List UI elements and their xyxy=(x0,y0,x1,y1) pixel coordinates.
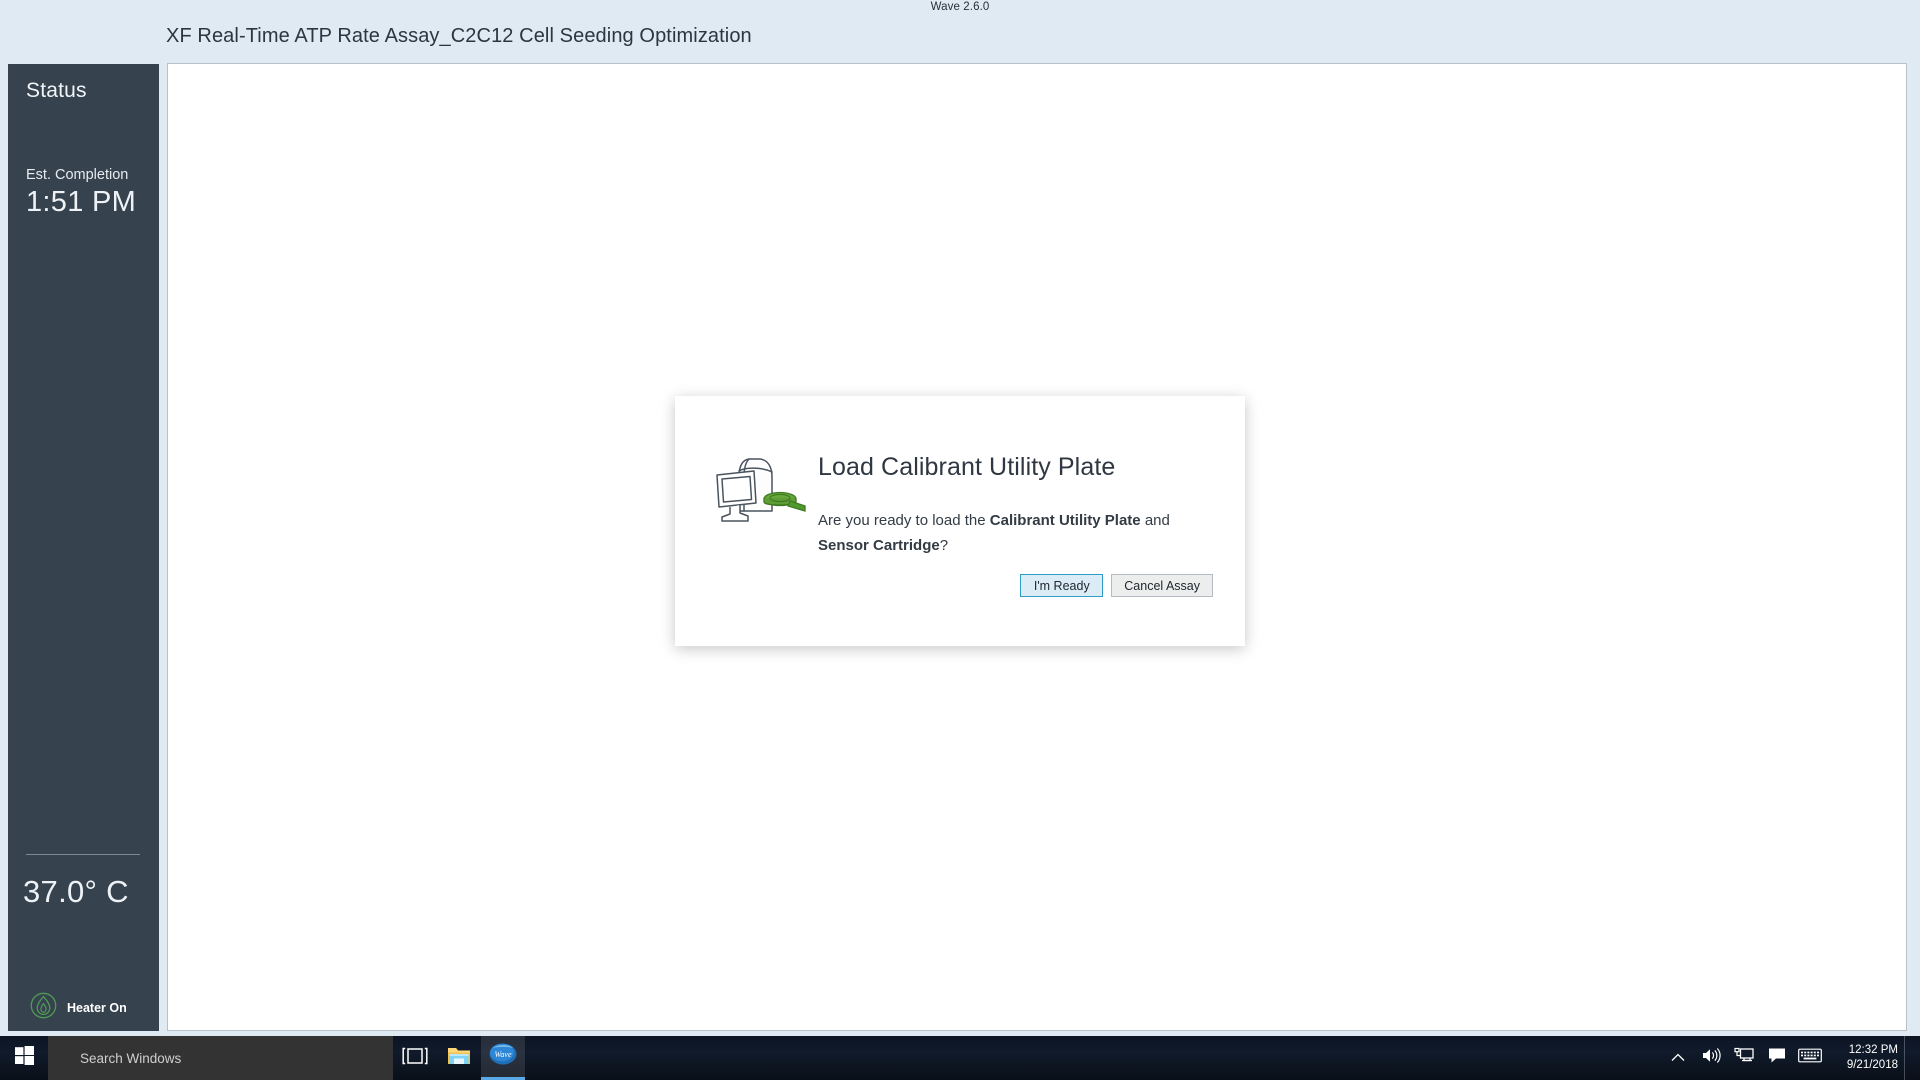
heater-status-row: Heater On xyxy=(30,992,127,1024)
search-input-placeholder: Search Windows xyxy=(80,1050,182,1066)
keyboard-icon xyxy=(1797,1048,1822,1068)
sidebar-divider xyxy=(26,854,140,855)
dialog-body-prefix: Are you ready to load the xyxy=(818,512,990,529)
windows-taskbar: Search Windows Wave 12:32 PM 9/21/2018 xyxy=(0,1036,1920,1080)
file-explorer-icon xyxy=(447,1045,471,1071)
wave-application-window: Wave 2.6.0 XF Real-Time ATP Rate Assay_C… xyxy=(0,0,1920,1060)
est-completion-label: Est. Completion xyxy=(26,167,129,183)
status-sidebar: Status Est. Completion 1:51 PM 37.0° C H… xyxy=(8,64,159,1058)
windows-logo-icon xyxy=(14,1046,34,1070)
taskbar-app-wave[interactable]: Wave xyxy=(481,1036,525,1080)
instrument-load-plate-icon xyxy=(712,451,808,537)
chevron-up-icon xyxy=(1671,1049,1685,1067)
system-tray: 12:32 PM 9/21/2018 xyxy=(1661,1036,1920,1080)
clock-time: 12:32 PM xyxy=(1848,1044,1898,1056)
temperature-readout: 37.0° C xyxy=(23,874,129,909)
wave-app-icon: Wave xyxy=(489,1041,517,1072)
svg-text:Wave: Wave xyxy=(494,1050,511,1059)
tray-show-hidden-icons-button[interactable] xyxy=(1661,1036,1694,1080)
search-windows-input[interactable]: Search Windows xyxy=(48,1036,393,1080)
dialog-title: Load Calibrant Utility Plate xyxy=(818,453,1116,481)
cancel-assay-button[interactable]: Cancel Assay xyxy=(1111,574,1213,597)
sidebar-heading-status: Status xyxy=(26,79,87,102)
tray-touch-keyboard-button[interactable] xyxy=(1793,1036,1826,1080)
load-calibrant-utility-plate-dialog: Load Calibrant Utility Plate Are you rea… xyxy=(675,396,1245,646)
action-center-icon xyxy=(1768,1047,1786,1069)
est-completion-time: 1:51 PM xyxy=(26,186,137,218)
network-icon xyxy=(1733,1047,1754,1069)
dialog-body-bold-calibrant: Calibrant Utility Plate xyxy=(989,512,1141,529)
volume-icon xyxy=(1701,1047,1721,1069)
tray-volume-button[interactable] xyxy=(1694,1036,1727,1080)
dialog-body-bold-cartridge: Sensor Cartridge xyxy=(818,537,940,554)
flame-icon xyxy=(30,992,57,1024)
im-ready-button[interactable]: I'm Ready xyxy=(1020,574,1104,597)
taskbar-app-file-explorer[interactable] xyxy=(437,1036,481,1080)
start-button[interactable] xyxy=(0,1036,48,1080)
tray-action-center-button[interactable] xyxy=(1760,1036,1793,1080)
task-view-button[interactable] xyxy=(393,1036,437,1080)
dialog-body-text: Are you ready to load the Calibrant Util… xyxy=(818,508,1218,558)
page-title: XF Real-Time ATP Rate Assay_C2C12 Cell S… xyxy=(166,25,752,47)
app-version-label: Wave 2.6.0 xyxy=(930,1,990,13)
dialog-body-middle: and xyxy=(1140,512,1170,529)
heater-status-label: Heater On xyxy=(67,1001,127,1015)
taskbar-clock[interactable]: 12:32 PM 9/21/2018 xyxy=(1826,1036,1904,1080)
tray-network-button[interactable] xyxy=(1727,1036,1760,1080)
dialog-body-suffix: ? xyxy=(939,537,949,554)
dialog-button-row: I'm Ready Cancel Assay xyxy=(1020,574,1213,597)
clock-date: 9/21/2018 xyxy=(1846,1059,1898,1071)
task-view-icon xyxy=(402,1047,428,1070)
show-desktop-button[interactable] xyxy=(1904,1036,1910,1080)
